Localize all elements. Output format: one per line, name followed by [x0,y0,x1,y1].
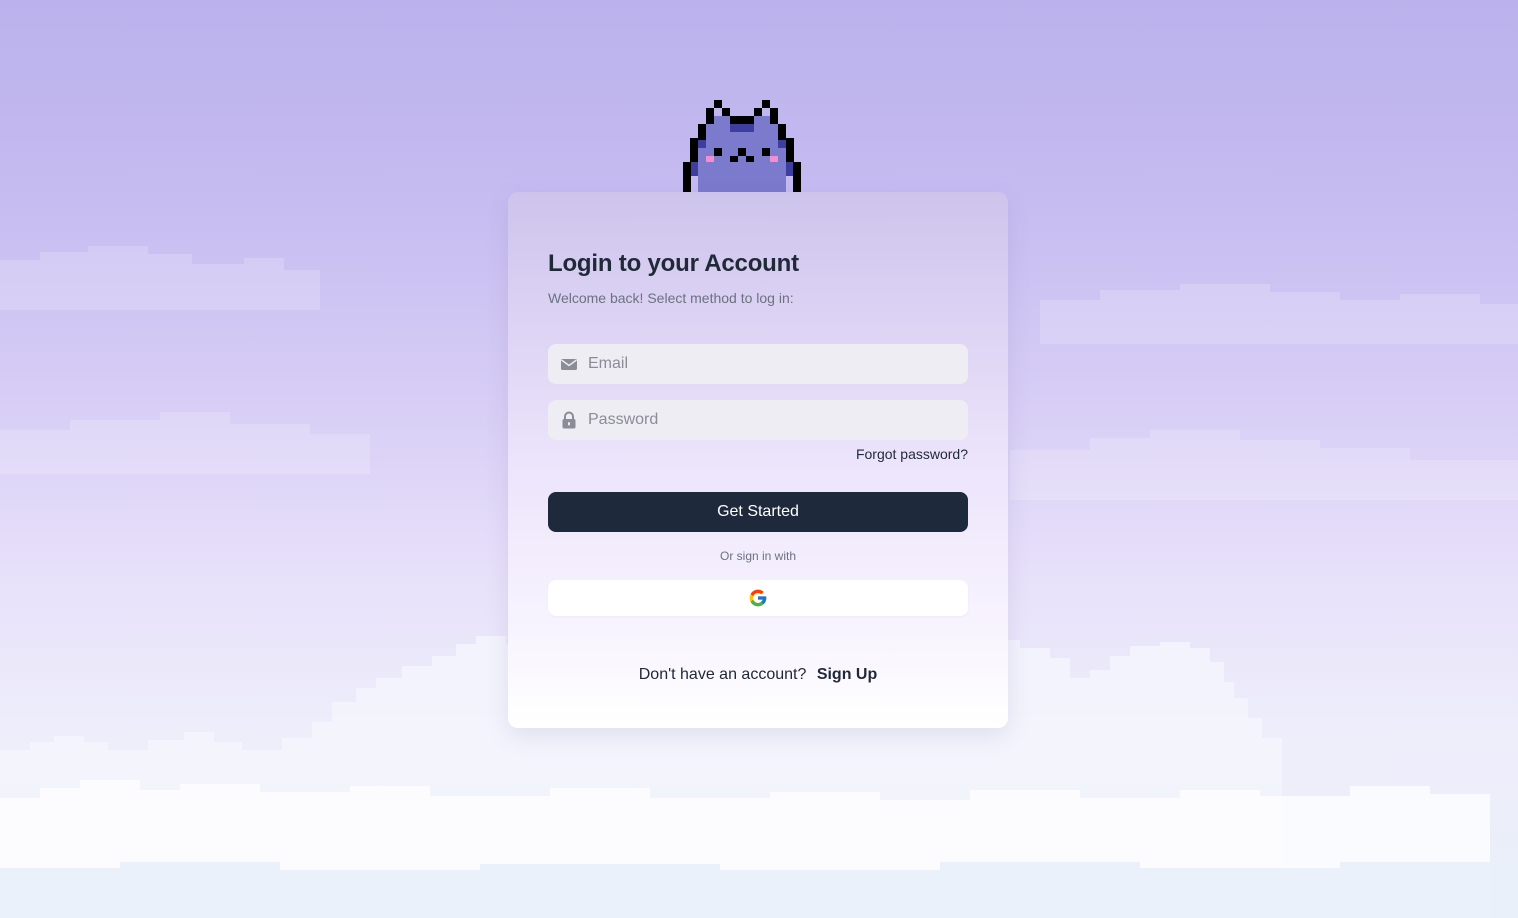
envelope-icon [561,359,577,370]
sign-up-link[interactable]: Sign Up [817,666,877,683]
password-input[interactable] [588,400,958,440]
google-icon [749,589,767,607]
google-sign-in-button[interactable] [548,580,968,616]
subtitle: Welcome back! Select method to log in: [548,290,794,306]
email-input[interactable] [588,344,958,384]
signup-prompt: Don't have an account? [638,666,807,683]
get-started-button[interactable]: Get Started [548,492,968,532]
email-field[interactable] [548,344,968,384]
cat-mascot-logo [683,100,801,192]
password-field[interactable] [548,400,968,440]
forgot-password-link[interactable]: Forgot password? [856,446,968,462]
signup-row: Don't have an account? Sign Up [508,666,1008,684]
sign-in-divider-text: Or sign in with [719,549,797,563]
lock-icon [562,411,576,429]
page-title: Login to your Account [548,250,799,277]
login-card: Login to your Account Welcome back! Sele… [508,192,1008,728]
